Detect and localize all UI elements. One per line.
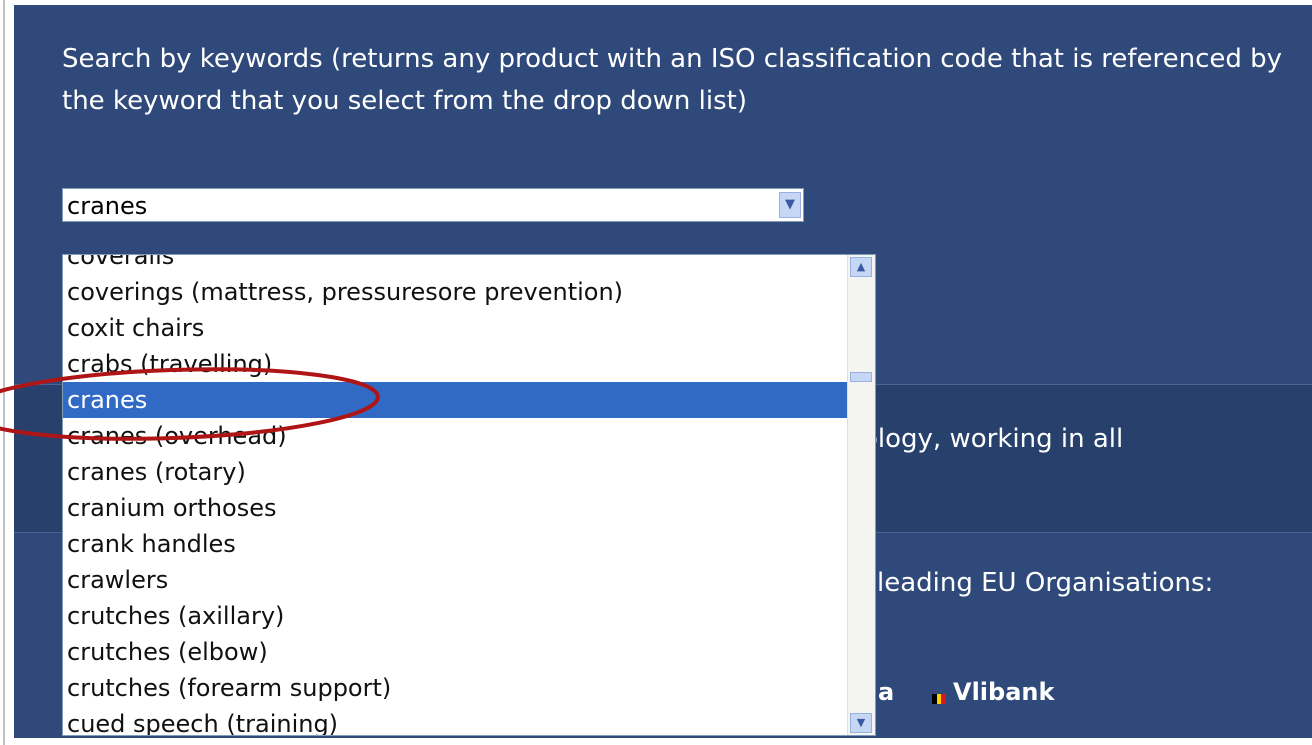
- list-item[interactable]: coveralls: [63, 255, 847, 274]
- bottom-edge: [14, 738, 1312, 745]
- scroll-thumb[interactable]: [850, 372, 872, 382]
- list-item[interactable]: crank handles: [63, 526, 847, 562]
- partial-text-line2: leading EU Organisations:: [877, 568, 1214, 598]
- scroll-up-icon[interactable]: ▲: [850, 257, 872, 277]
- list-item[interactable]: crutches (elbow): [63, 634, 847, 670]
- list-item[interactable]: cranes (overhead): [63, 418, 847, 454]
- list-item[interactable]: coverings (mattress, pressuresore preven…: [63, 274, 847, 310]
- partial-text-line1: ology, working in all: [862, 424, 1124, 454]
- list-item[interactable]: cranes (rotary): [63, 454, 847, 490]
- scroll-down-icon[interactable]: ▼: [850, 713, 872, 733]
- list-item-selected[interactable]: cranes: [63, 382, 847, 418]
- keyword-select[interactable]: cranes ▼: [62, 188, 804, 222]
- list-item[interactable]: crutches (axillary): [63, 598, 847, 634]
- list-item[interactable]: crutches (forearm support): [63, 670, 847, 706]
- dropdown-scrollbar[interactable]: ▲ ▼: [847, 255, 875, 735]
- belgium-flag-icon: [932, 689, 946, 704]
- keyword-options: coveralls coverings (mattress, pressureso…: [63, 255, 847, 735]
- list-item[interactable]: crawlers: [63, 562, 847, 598]
- list-item[interactable]: cranium orthoses: [63, 490, 847, 526]
- search-instructions: Search by keywords (returns any product …: [62, 44, 1283, 116]
- partial-org-name: a: [878, 678, 895, 706]
- org-link-vlibank[interactable]: Vlibank: [953, 678, 1054, 706]
- left-edge: [0, 0, 14, 745]
- list-item[interactable]: coxit chairs: [63, 310, 847, 346]
- chevron-down-icon[interactable]: ▼: [779, 192, 801, 218]
- keyword-dropdown-list[interactable]: coveralls coverings (mattress, pressureso…: [62, 254, 876, 736]
- list-item[interactable]: cued speech (training): [63, 706, 847, 735]
- list-item[interactable]: crabs (travelling): [63, 346, 847, 382]
- keyword-select-value: cranes: [67, 192, 148, 220]
